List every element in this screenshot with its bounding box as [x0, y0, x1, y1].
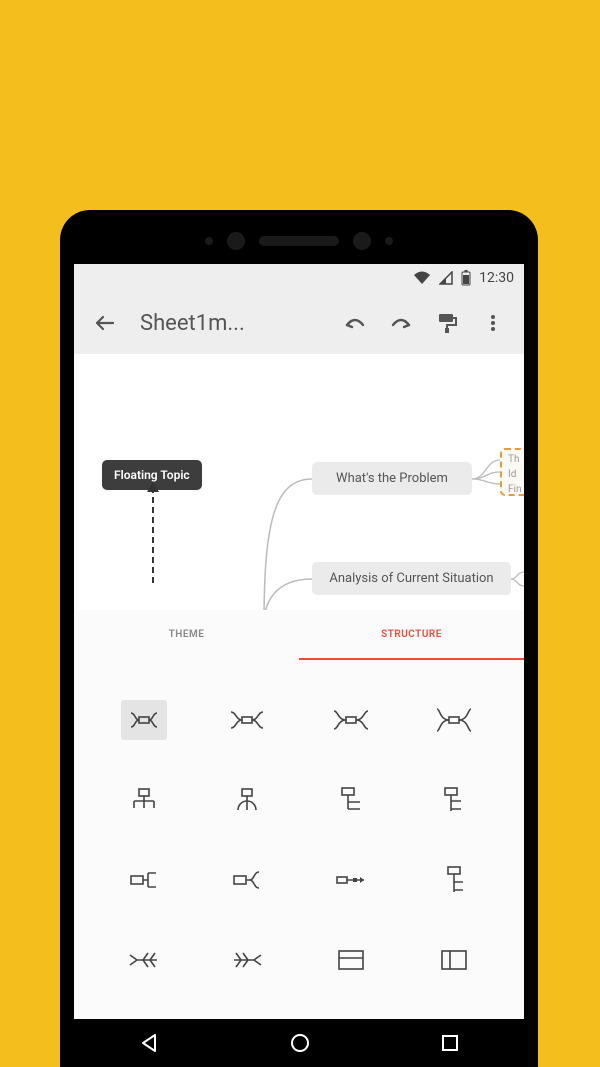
structure-option[interactable]	[299, 840, 403, 920]
circle-home-icon	[289, 1032, 311, 1054]
mindmap-spaced-icon	[437, 708, 471, 732]
tab-theme[interactable]: THEME	[74, 610, 299, 660]
structure-option[interactable]	[299, 920, 403, 1000]
tree-down-icon	[443, 866, 465, 894]
structure-grid	[74, 660, 524, 1020]
clock-text: 12:30	[479, 270, 514, 286]
org-chart-down-icon	[130, 788, 158, 812]
mindmap-classic-icon	[129, 709, 159, 731]
undo-icon	[342, 313, 368, 333]
redo-icon	[388, 313, 414, 333]
ghost-text: Th	[508, 452, 524, 467]
more-button[interactable]	[472, 302, 514, 344]
structure-option[interactable]	[196, 760, 300, 840]
back-button[interactable]	[84, 302, 126, 344]
matrix-icon	[338, 950, 364, 970]
structure-option[interactable]	[196, 680, 300, 760]
mindmap-spaced-icon	[231, 709, 263, 731]
nav-recent-button[interactable]	[440, 1033, 460, 1053]
structure-option[interactable]	[92, 760, 196, 840]
structure-option[interactable]	[92, 840, 196, 920]
app-bar: Sheet1m...	[74, 292, 524, 354]
ghost-text: Fin	[508, 482, 524, 496]
redo-button[interactable]	[380, 302, 422, 344]
structure-option[interactable]	[403, 760, 507, 840]
wifi-icon	[413, 271, 431, 285]
fishbone-left-icon	[129, 950, 159, 970]
tab-structure[interactable]: STRUCTURE	[299, 610, 524, 660]
arrow-head-icon	[147, 482, 159, 492]
mindmap-spaced-icon	[334, 709, 368, 731]
bottom-sheet: THEME STRUCTURE	[74, 610, 524, 1019]
structure-option[interactable]	[299, 760, 403, 840]
triangle-back-icon	[138, 1032, 160, 1054]
logic-bracket-icon	[233, 869, 261, 891]
cellular-icon	[439, 271, 453, 285]
phone-frame: 12:30 Sheet1m...	[60, 210, 538, 1067]
format-button[interactable]	[426, 302, 468, 344]
org-chart-right-icon	[441, 787, 467, 813]
spreadsheet-split-icon	[441, 950, 467, 970]
tab-bar: THEME STRUCTURE	[74, 610, 524, 660]
status-bar: 12:30	[74, 264, 524, 292]
node-ghost[interactable]: Th Id Fin	[500, 448, 524, 496]
org-chart-branch-icon	[233, 788, 261, 812]
battery-icon	[461, 270, 471, 286]
org-chart-right-icon	[338, 787, 364, 813]
structure-option[interactable]	[92, 920, 196, 1000]
nav-back-button[interactable]	[138, 1032, 160, 1054]
mindmap-canvas[interactable]: Floating Topic What's the Problem Analys…	[74, 354, 524, 610]
timeline-right-icon	[336, 873, 366, 887]
structure-option[interactable]	[403, 680, 507, 760]
square-recent-icon	[440, 1033, 460, 1053]
structure-option[interactable]	[196, 920, 300, 1000]
paint-roller-icon	[436, 312, 458, 334]
structure-option[interactable]	[196, 840, 300, 920]
node-problem[interactable]: What's the Problem	[312, 462, 472, 495]
node-analysis[interactable]: Analysis of Current Situation	[312, 562, 511, 595]
structure-option[interactable]	[299, 680, 403, 760]
fishbone-right-icon	[232, 950, 262, 970]
phone-notch	[60, 226, 538, 256]
nav-home-button[interactable]	[289, 1032, 311, 1054]
android-nav-bar	[74, 1019, 524, 1067]
undo-button[interactable]	[334, 302, 376, 344]
logic-right-icon	[130, 869, 158, 891]
arrow-left-icon	[93, 311, 117, 335]
arrow-line	[152, 487, 154, 583]
sheet-title[interactable]: Sheet1m...	[130, 311, 330, 336]
structure-option[interactable]	[92, 680, 196, 760]
screen: 12:30 Sheet1m...	[74, 264, 524, 1067]
structure-option[interactable]	[403, 920, 507, 1000]
ghost-text: Id	[508, 467, 524, 482]
structure-option[interactable]	[403, 840, 507, 920]
more-vert-icon	[483, 313, 503, 333]
